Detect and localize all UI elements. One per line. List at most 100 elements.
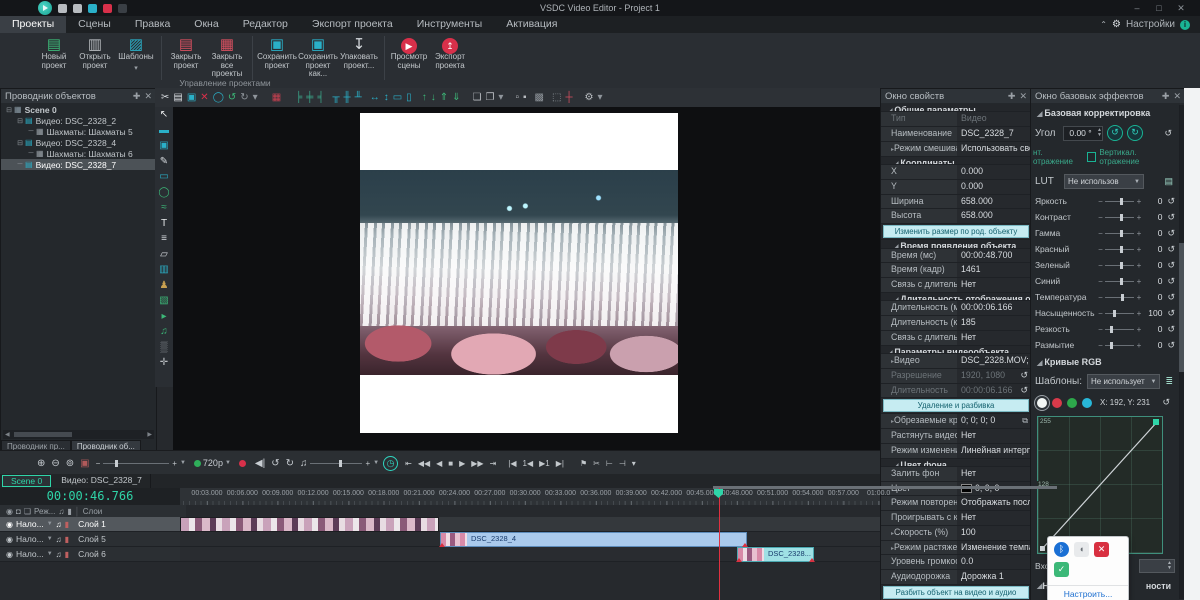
mask-icon[interactable]: ▩ (535, 92, 544, 103)
templates-dropdown[interactable]: Не использует▼ (1087, 374, 1160, 389)
tree-expander-icon[interactable]: ⊟ (16, 139, 24, 147)
timeline-zoom-slider[interactable] (103, 463, 169, 464)
menu-item-4[interactable]: Редактор (231, 16, 300, 33)
slider-plus[interactable]: + (1135, 229, 1142, 238)
slider-reset-icon[interactable]: ↺ (1167, 324, 1175, 335)
chart-icon[interactable]: ▥ (159, 262, 168, 278)
blend-caret-icon[interactable]: ▼ (47, 536, 53, 542)
snap-grid-icon[interactable]: ▪ (523, 92, 527, 103)
pin-icon[interactable]: ✚ (133, 91, 141, 102)
new-project-button[interactable]: ▤Новыйпроект (34, 36, 74, 70)
blend-mode-label[interactable]: Нало... (16, 519, 44, 529)
clock-icon[interactable]: ◷ (383, 456, 398, 471)
second-forward-button[interactable]: ▶1 (539, 459, 550, 468)
curves-reset-icon[interactable]: ↺ (1162, 397, 1170, 408)
slider-thumb[interactable] (1120, 214, 1123, 221)
property-section-10[interactable]: ◢Время появления объекта (881, 240, 1031, 248)
tray-app4-icon[interactable]: ✓ (1054, 562, 1069, 577)
settings-icon[interactable]: ⚙ (585, 92, 594, 103)
split-icon[interactable]: ✂ (593, 459, 600, 468)
menu-item-6[interactable]: Инструменты (405, 16, 494, 33)
close-project-button[interactable]: ▤Закрытьпроект (166, 36, 206, 70)
menu-item-3[interactable]: Окна (182, 16, 230, 33)
slider-reset-icon[interactable]: ↺ (1167, 276, 1175, 287)
slider-reset-icon[interactable]: ↺ (1167, 196, 1175, 207)
property-section-18[interactable]: ◢Параметры видеообъекта (881, 346, 1031, 354)
bluetooth-tray-icon[interactable]: ᛒ (1054, 542, 1069, 557)
redo-icon[interactable]: ↻ (240, 92, 248, 103)
flip-vertical-checkbox[interactable] (1087, 152, 1097, 162)
close-icon[interactable]: ✕ (1173, 91, 1181, 102)
slider-track[interactable] (1105, 249, 1134, 250)
zoom-reset-icon[interactable]: ⊚ (66, 458, 74, 469)
flip-vertical-label[interactable]: Вертикал. отражение (1099, 148, 1177, 166)
close-icon[interactable]: ✕ (1019, 91, 1027, 102)
tree-item-3[interactable]: ⊟▤Видео: DSC_2328_4 (1, 137, 156, 148)
resolution-label[interactable]: 720p (203, 458, 223, 468)
image-icon[interactable]: ▧ (159, 293, 168, 309)
property-action-button[interactable]: Разбить объект на видео и аудио (883, 586, 1029, 599)
marker-icon[interactable]: ⚑ (580, 459, 587, 468)
rotate-cw-button[interactable]: ↻ (1127, 125, 1143, 141)
slider-track[interactable] (1105, 345, 1134, 346)
channel-all-dot[interactable] (1037, 398, 1047, 408)
timeline-hscroll-thumb[interactable] (713, 486, 1057, 489)
video-frame[interactable] (360, 113, 678, 433)
trim-end-icon[interactable]: ⊣ (619, 459, 626, 468)
flip-horizontal-checkbox-label[interactable]: нт. отражение (1033, 148, 1084, 166)
undo-icon[interactable]: ↺ (228, 92, 236, 103)
jump-start-icon[interactable]: ◀| (255, 458, 265, 469)
slider-plus[interactable]: + (1135, 261, 1142, 270)
slider-track[interactable] (1105, 265, 1134, 266)
zoom-out-icon[interactable]: ⊖ (51, 458, 59, 469)
tooltip-icon[interactable]: ▱ (160, 247, 168, 263)
property-action-button[interactable]: Удаление и разбивка (883, 399, 1029, 412)
clip-DSC_2328_4[interactable]: DSC_2328_4 (440, 532, 747, 547)
group-icon[interactable]: ❏ (472, 92, 481, 103)
track-icon[interactable]: ▮ (67, 507, 71, 516)
slider-plus[interactable]: + (1135, 277, 1142, 286)
lut-dropdown[interactable]: Не использов▼ (1064, 174, 1144, 189)
tree-expander-icon[interactable]: ─ (27, 150, 35, 157)
maximize-button[interactable]: □ (1148, 2, 1170, 14)
blend-caret-icon[interactable]: ▼ (47, 521, 53, 527)
reset-icon[interactable]: ↺ (1020, 384, 1028, 398)
stop-button[interactable]: ■ (448, 459, 453, 468)
menu-item-1[interactable]: Сцены (66, 16, 123, 33)
ellipse-select-icon[interactable]: ◯ (213, 92, 224, 103)
channel-green-dot[interactable] (1067, 398, 1077, 408)
property-section-14[interactable]: ◢Длительность отображения объекта (881, 293, 1031, 301)
property-value[interactable]: DSC_2328_7 (957, 127, 1031, 141)
slider-minus[interactable]: − (1097, 325, 1104, 334)
move-up-icon[interactable]: ↑ (422, 92, 427, 103)
layer-row-Слой 6[interactable]: ◉Нало...▼♫▮Слой 6 (0, 547, 186, 562)
property-value[interactable]: Видео (957, 112, 1031, 126)
tree-expander-icon[interactable]: ⊟ (5, 106, 13, 114)
volume-caret-icon[interactable]: ▼ (373, 460, 379, 466)
blend-caret-icon[interactable]: ▼ (47, 551, 53, 557)
minimize-button[interactable]: – (1126, 2, 1148, 14)
close-all-projects-button[interactable]: ▦Закрыть всепроекты (207, 36, 247, 79)
property-value[interactable]: Линейная интерпол (957, 444, 1031, 458)
ungroup-icon[interactable]: ❐ (485, 92, 494, 103)
input-spinner[interactable]: ▲▼ (1139, 559, 1175, 573)
layer-row-Слой 1[interactable]: ◉Нало...▼♫▮Слой 1 (0, 517, 186, 532)
explorer-hscrollbar[interactable]: ◀ ▶ (3, 430, 154, 439)
mute-icon[interactable]: ▮ (65, 550, 69, 559)
grid-icon[interactable]: ▦ (272, 92, 281, 103)
mute-icon[interactable]: ▮ (65, 535, 69, 544)
audio-icon[interactable]: ♫ (56, 550, 62, 559)
eye-icon[interactable]: ◉ (6, 507, 13, 516)
menu-item-5[interactable]: Экспорт проекта (300, 16, 405, 33)
templates-button[interactable]: ▨Шаблоны▾ (116, 36, 156, 73)
scene-canvas[interactable] (173, 107, 880, 450)
timeline-ruler[interactable]: 00:03.00000:06.00000:09.00000:12.00000:1… (180, 488, 880, 505)
slider-reset-icon[interactable]: ↺ (1167, 292, 1175, 303)
channel-blue-dot[interactable] (1082, 398, 1092, 408)
slider-track[interactable] (1105, 313, 1134, 314)
property-value[interactable]: Нет (957, 467, 1031, 481)
delete-icon[interactable]: ✕ (200, 92, 208, 103)
eye-icon[interactable]: ◉ (6, 520, 13, 529)
rotate-ccw-button[interactable]: ↺ (1107, 125, 1123, 141)
slider-thumb[interactable] (1121, 294, 1124, 301)
